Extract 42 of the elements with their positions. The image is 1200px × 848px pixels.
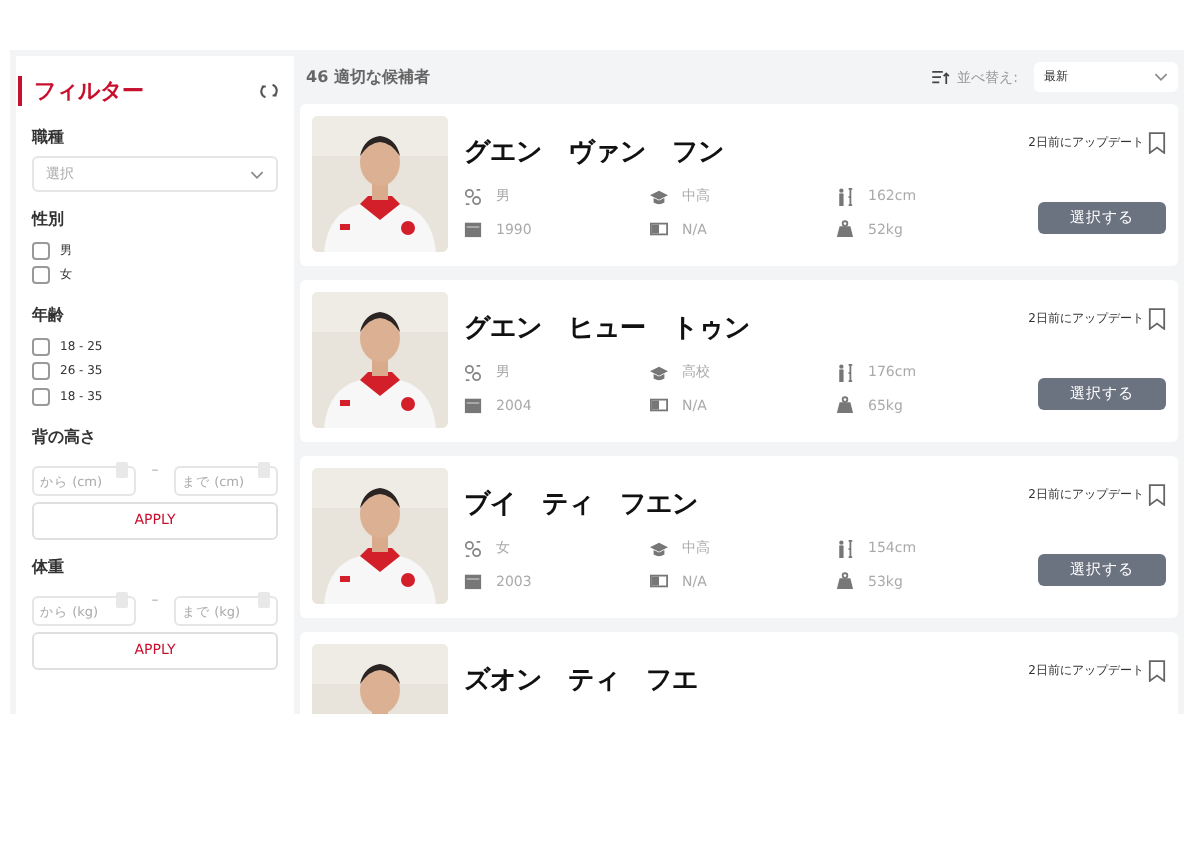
checkbox[interactable] [32, 387, 50, 406]
filter-label: 職種 [32, 126, 66, 148]
calendar-icon [464, 220, 482, 238]
candidate-name[interactable]: グエン ヒュー トゥン [464, 310, 1029, 346]
people-icon [464, 363, 482, 381]
result-count: 46 適切な候補者 [306, 66, 432, 88]
filter-label: 体重 [32, 555, 66, 577]
height-icon [836, 539, 854, 557]
checkbox[interactable] [32, 266, 50, 285]
filter-title: フィルター [34, 76, 144, 106]
bookmark-icon[interactable] [1148, 308, 1166, 330]
refresh-icon[interactable] [260, 82, 278, 100]
chevron-down-icon [250, 169, 264, 179]
people-icon [464, 539, 482, 557]
id-card-icon [650, 572, 668, 590]
candidate-name[interactable]: ズオン ティ フエ [464, 662, 1029, 698]
checkbox[interactable] [32, 337, 50, 356]
checkbox[interactable] [32, 362, 50, 381]
bookmark-icon[interactable] [1148, 660, 1166, 682]
candidate-name[interactable]: グエン ヴァン フン [464, 134, 1029, 170]
calendar-icon [464, 572, 482, 590]
calendar-icon [464, 396, 482, 414]
height-icon [836, 363, 854, 381]
candidate-name[interactable]: ブイ ティ フエン [464, 486, 1029, 522]
bookmark-icon[interactable] [1148, 132, 1166, 154]
filter-label: 背の高さ [32, 425, 98, 447]
weight-icon [836, 220, 854, 238]
id-card-icon [650, 220, 668, 238]
bookmark-icon[interactable] [1148, 484, 1166, 506]
height-icon [836, 187, 854, 205]
id-card-icon [650, 396, 668, 414]
filter-label: 年齢 [32, 304, 66, 326]
graduation-cap-icon [650, 363, 668, 381]
weight-icon [836, 572, 854, 590]
sort-icon [931, 70, 950, 84]
people-icon [464, 187, 482, 205]
weight-icon [836, 396, 854, 414]
chevron-down-icon [1154, 72, 1168, 82]
graduation-cap-icon [650, 539, 668, 557]
filter-label: 性別 [32, 208, 66, 230]
graduation-cap-icon [650, 187, 668, 205]
checkbox[interactable] [32, 241, 50, 260]
